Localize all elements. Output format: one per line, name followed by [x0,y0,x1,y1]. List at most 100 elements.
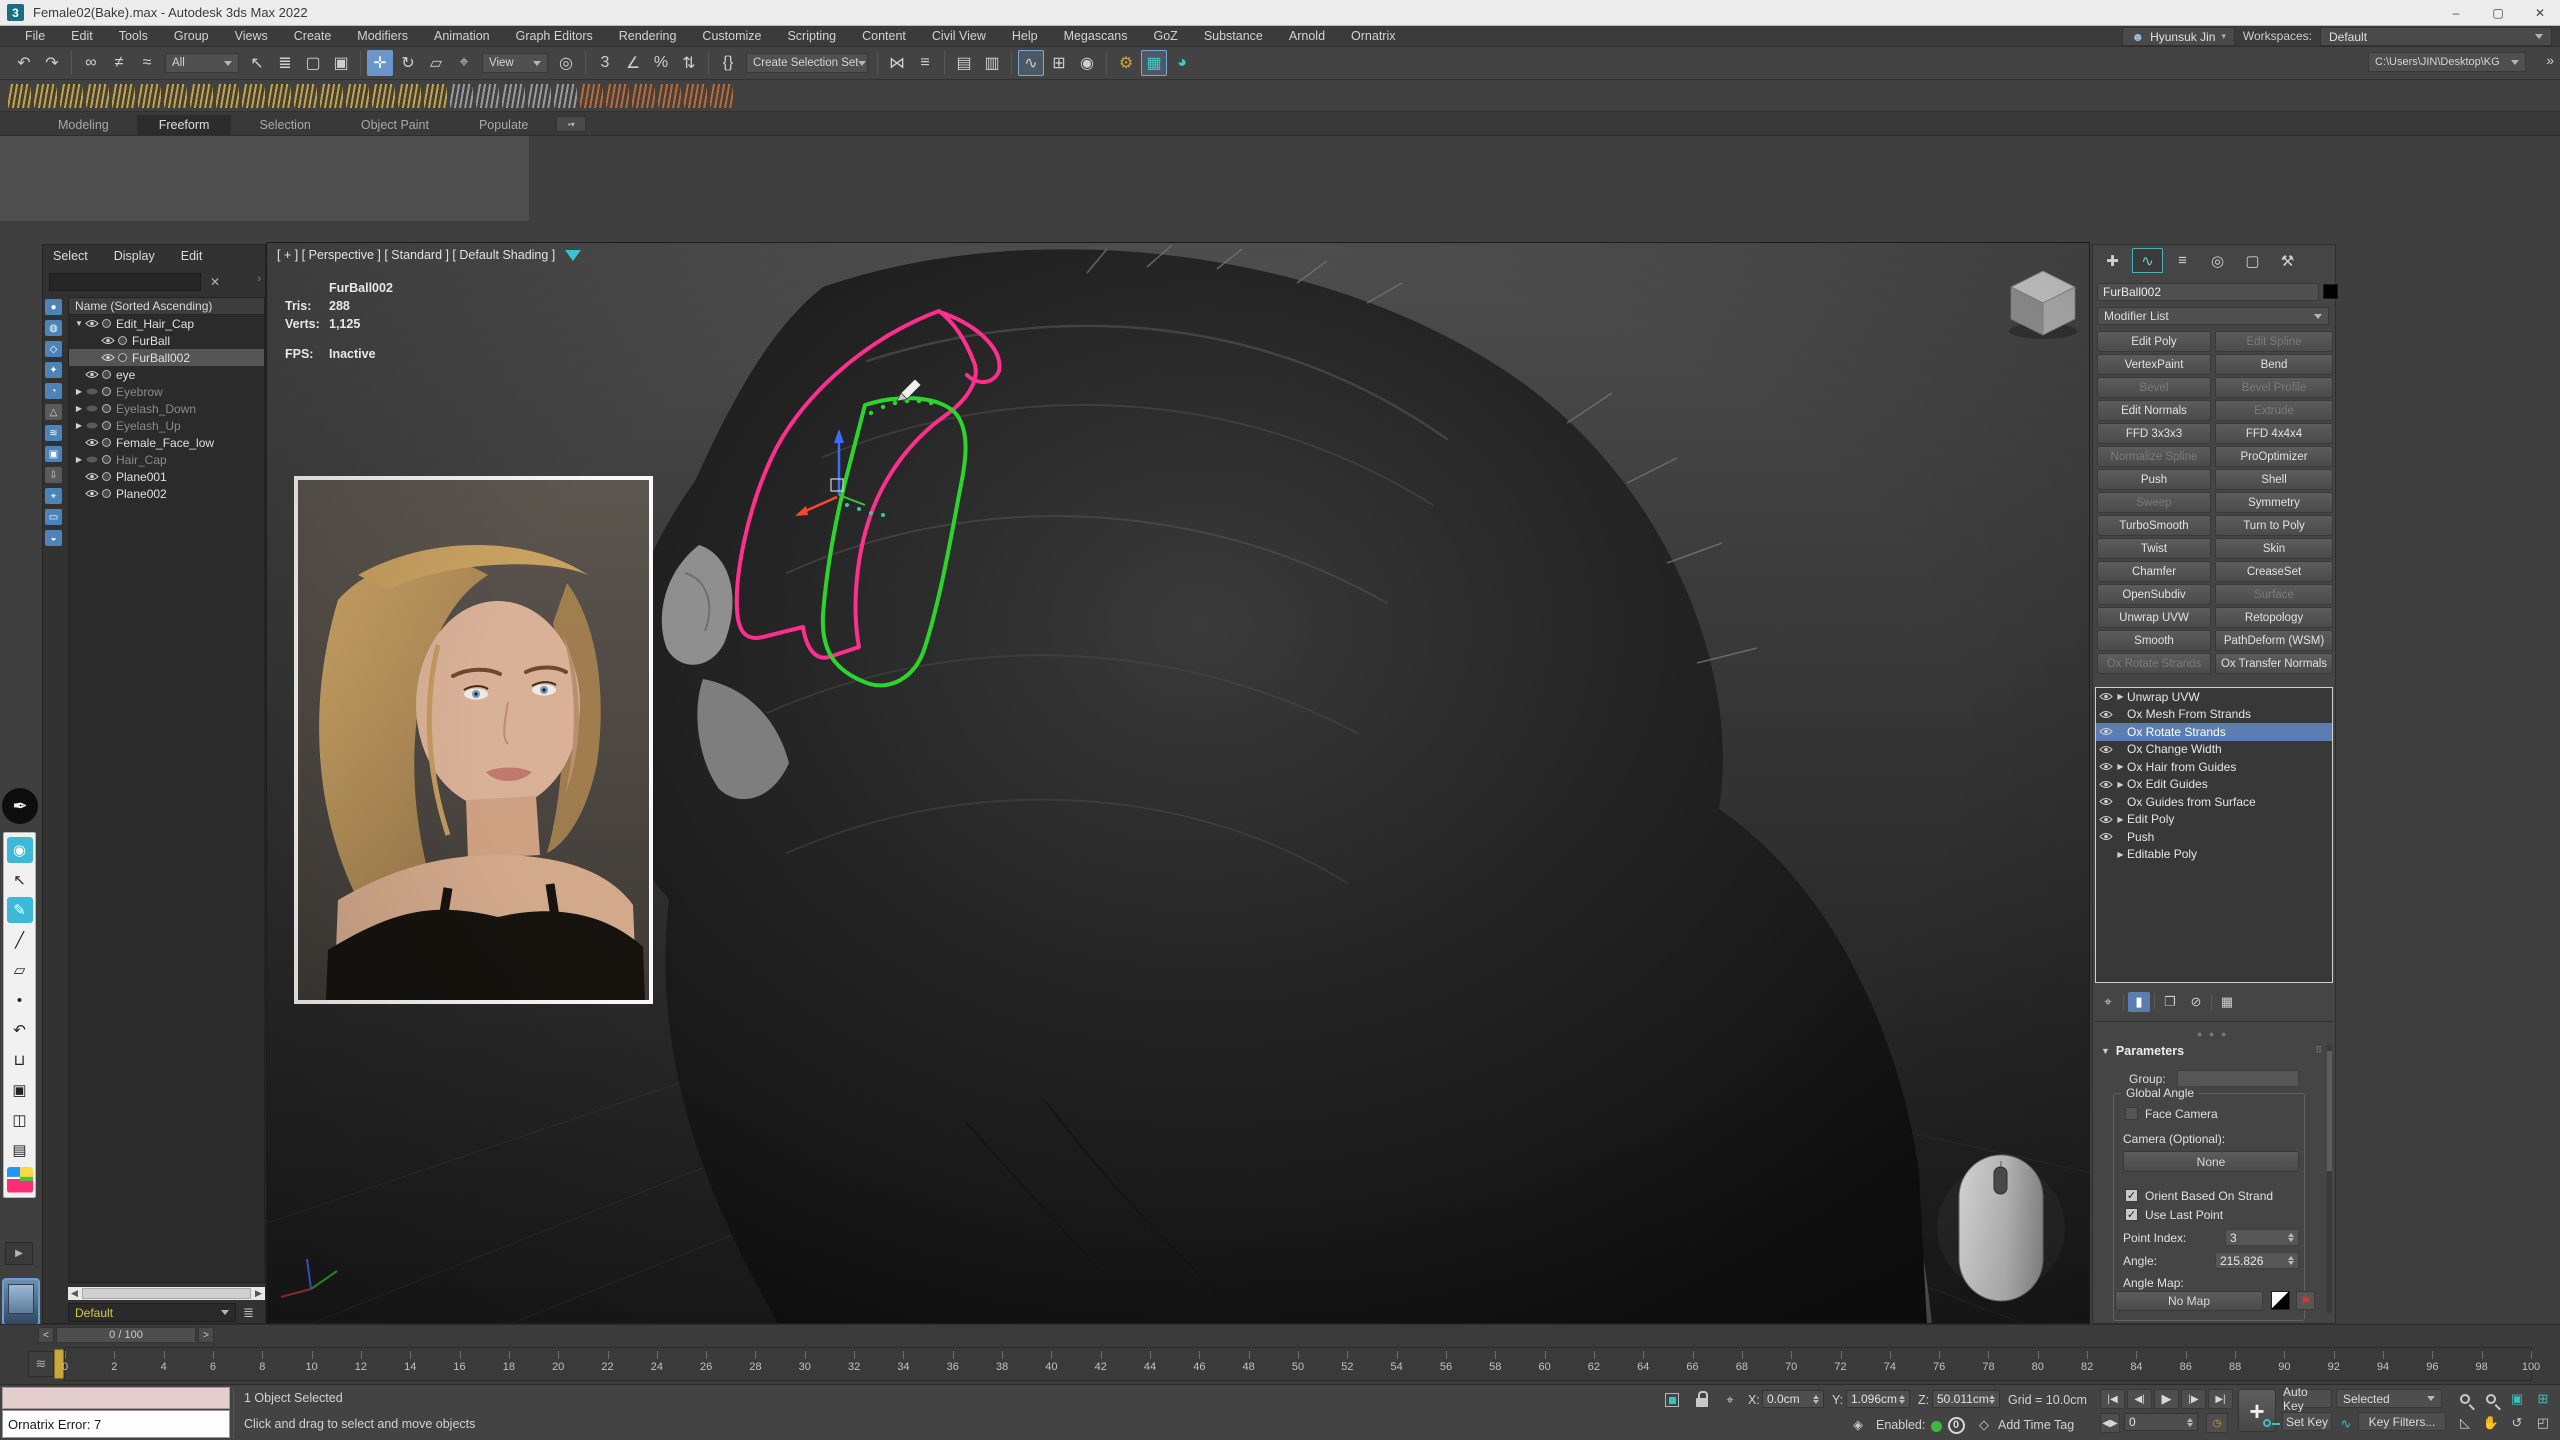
unlink-selection-icon[interactable]: ≠ [106,50,132,76]
selection-dot-icon[interactable] [102,489,111,498]
workspace-dropdown[interactable]: Default [2320,27,2552,46]
isolate-selection-icon[interactable] [1662,1390,1682,1410]
hair-tool-6[interactable] [138,84,161,108]
modifier-eye-icon[interactable] [2096,745,2114,754]
map-swatch-icon[interactable] [2271,1291,2290,1310]
expand-arrow-icon[interactable]: ▶ [73,387,85,396]
modifier-eye-icon[interactable] [2096,780,2114,789]
shield-icon[interactable]: ◈ [1848,1415,1868,1435]
expand-arrow-icon[interactable]: ▶ [2114,780,2127,789]
modifier-eye-icon[interactable] [2096,710,2114,719]
select-object-icon[interactable]: ↖ [244,50,270,76]
toggle-layer-explorer-icon[interactable]: ▥ [979,50,1005,76]
menu-graph-editors[interactable]: Graph Editors [503,26,606,47]
visibility-eye-icon[interactable] [85,387,102,396]
hair-tool-18[interactable] [450,84,473,108]
selection-dot-icon[interactable] [102,472,111,481]
stack-item-push[interactable]: Push [2096,828,2332,846]
key-filters-button[interactable]: Key Filters... [2358,1412,2446,1431]
stack-item-ox-mesh-from-strands[interactable]: Ox Mesh From Strands [2096,706,2332,724]
modifier-button-retopology[interactable]: Retopology [2215,607,2333,628]
selection-dot-icon[interactable] [118,336,127,345]
expand-arrow-icon[interactable]: ▶ [2114,762,2127,771]
hair-tool-16[interactable] [398,84,421,108]
panel-grip[interactable]: ● ● ● [2197,1029,2228,1039]
modifier-button-chamfer[interactable]: Chamfer [2097,561,2211,582]
hair-tool-1[interactable] [8,84,31,108]
window-crossing-icon[interactable]: ▣ [328,50,354,76]
modifier-button-symmetry[interactable]: Symmetry [2215,492,2333,513]
modifier-button-unwrap-uvw[interactable]: Unwrap UVW [2097,607,2211,628]
maxscript-mini-listener[interactable] [2,1387,230,1409]
palette-tool-icon[interactable] [7,1167,33,1193]
field-of-view-icon[interactable]: ◺ [2454,1413,2476,1433]
project-folder-dropdown[interactable]: C:\Users\JIN\Desktop\KG [2368,52,2526,72]
hair-tool-24[interactable] [606,84,629,108]
mini-listener-toggle[interactable] [2,1278,40,1326]
modify-tab[interactable]: ∿ [2132,248,2163,273]
ribbon-tab-object-paint[interactable]: Object Paint [339,115,451,135]
menu-civil-view[interactable]: Civil View [919,26,999,47]
hair-tool-9[interactable] [216,84,239,108]
menu-tools[interactable]: Tools [106,26,161,47]
set-keys-button[interactable]: + [2238,1389,2276,1432]
hair-tool-10[interactable] [242,84,265,108]
tree-item-female-face-low[interactable]: Female_Face_low [69,434,264,451]
selection-filter-dropdown[interactable]: All [165,53,239,73]
bind-to-space-warp-icon[interactable]: ≈ [134,50,160,76]
time-configuration-icon[interactable]: ◷ [2206,1413,2228,1433]
tree-item-furball[interactable]: FurBall [69,332,264,349]
explorer-menu-edit[interactable]: Edit [181,249,203,269]
hair-tool-2[interactable] [34,84,57,108]
spinner-arrows[interactable] [2288,1233,2294,1242]
selection-lock-icon[interactable] [1692,1392,1712,1412]
angle-map-button[interactable]: No Map [2115,1291,2263,1311]
modifier-button-push[interactable]: Push [2097,469,2211,490]
modifier-list-dropdown[interactable]: Modifier List [2097,307,2329,325]
transform-type-in-icon[interactable]: ⌖ [1720,1390,1740,1410]
display-bones-icon[interactable]: ⌖ [45,488,62,504]
time-slider-next-button[interactable]: > [198,1327,214,1343]
select-by-name-icon[interactable]: ≣ [272,50,298,76]
modifier-button-prooptimizer[interactable]: ProOptimizer [2215,446,2333,467]
menu-create[interactable]: Create [281,26,345,47]
motion-tab[interactable]: ◎ [2202,248,2233,273]
visibility-eye-icon[interactable] [85,438,102,447]
mini-curve-editor-button[interactable]: ≋ [28,1351,54,1377]
face-camera-checkbox[interactable] [2125,1107,2138,1120]
frame-badge[interactable]: 0 [1946,1415,1966,1435]
point-tool-icon[interactable]: • [7,987,33,1013]
hair-tool-4[interactable] [86,84,109,108]
hair-tool-14[interactable] [346,84,369,108]
modifier-button-vertexpaint[interactable]: VertexPaint [2097,354,2211,375]
visibility-eye-icon[interactable] [85,319,102,328]
ribbon-tab-freeform[interactable]: Freeform [137,115,232,135]
menu-ornatrix[interactable]: Ornatrix [1338,26,1408,47]
stack-item-edit-poly[interactable]: ▶Edit Poly [2096,811,2332,829]
undo-tool-icon[interactable]: ↶ [7,1017,33,1043]
listener-error-line[interactable]: Ornatrix Error: 7 [2,1410,230,1438]
hair-tool-3[interactable] [60,84,83,108]
modifier-eye-icon[interactable] [2096,727,2114,736]
brush-tool-icon[interactable]: ✎ [7,897,33,923]
visibility-eye-icon[interactable] [85,489,102,498]
search-clear-icon[interactable]: ✕ [207,273,223,291]
current-frame-field[interactable]: 0 [2124,1413,2198,1431]
configure-modifier-sets-icon[interactable]: ▦ [2216,992,2238,1012]
play-button[interactable]: ▶ [2154,1389,2179,1409]
visibility-eye-icon[interactable] [85,421,102,430]
display-everything-icon[interactable]: ● [45,299,62,315]
user-account-button[interactable]: ☻ Hyunsuk Jin ▾ [2122,27,2235,46]
tree-item-eyebrow[interactable]: ▶Eyebrow [69,383,264,400]
board-tool-icon[interactable]: ▣ [7,1077,33,1103]
zoom-icon[interactable] [2454,1389,2476,1409]
camera-none-button[interactable]: None [2123,1151,2299,1172]
hair-tool-28[interactable] [710,84,733,108]
use-pivot-point-center-icon[interactable]: ◎ [553,50,579,76]
expand-arrow-icon[interactable]: ▶ [73,421,85,430]
use-last-point-checkbox[interactable]: ✓ [2125,1208,2138,1221]
group-field[interactable] [2177,1070,2299,1087]
minimize-button[interactable]: – [2436,0,2476,25]
ribbon-tab-populate[interactable]: Populate [457,115,550,135]
time-slider-value[interactable]: 0 / 100 [56,1327,196,1343]
